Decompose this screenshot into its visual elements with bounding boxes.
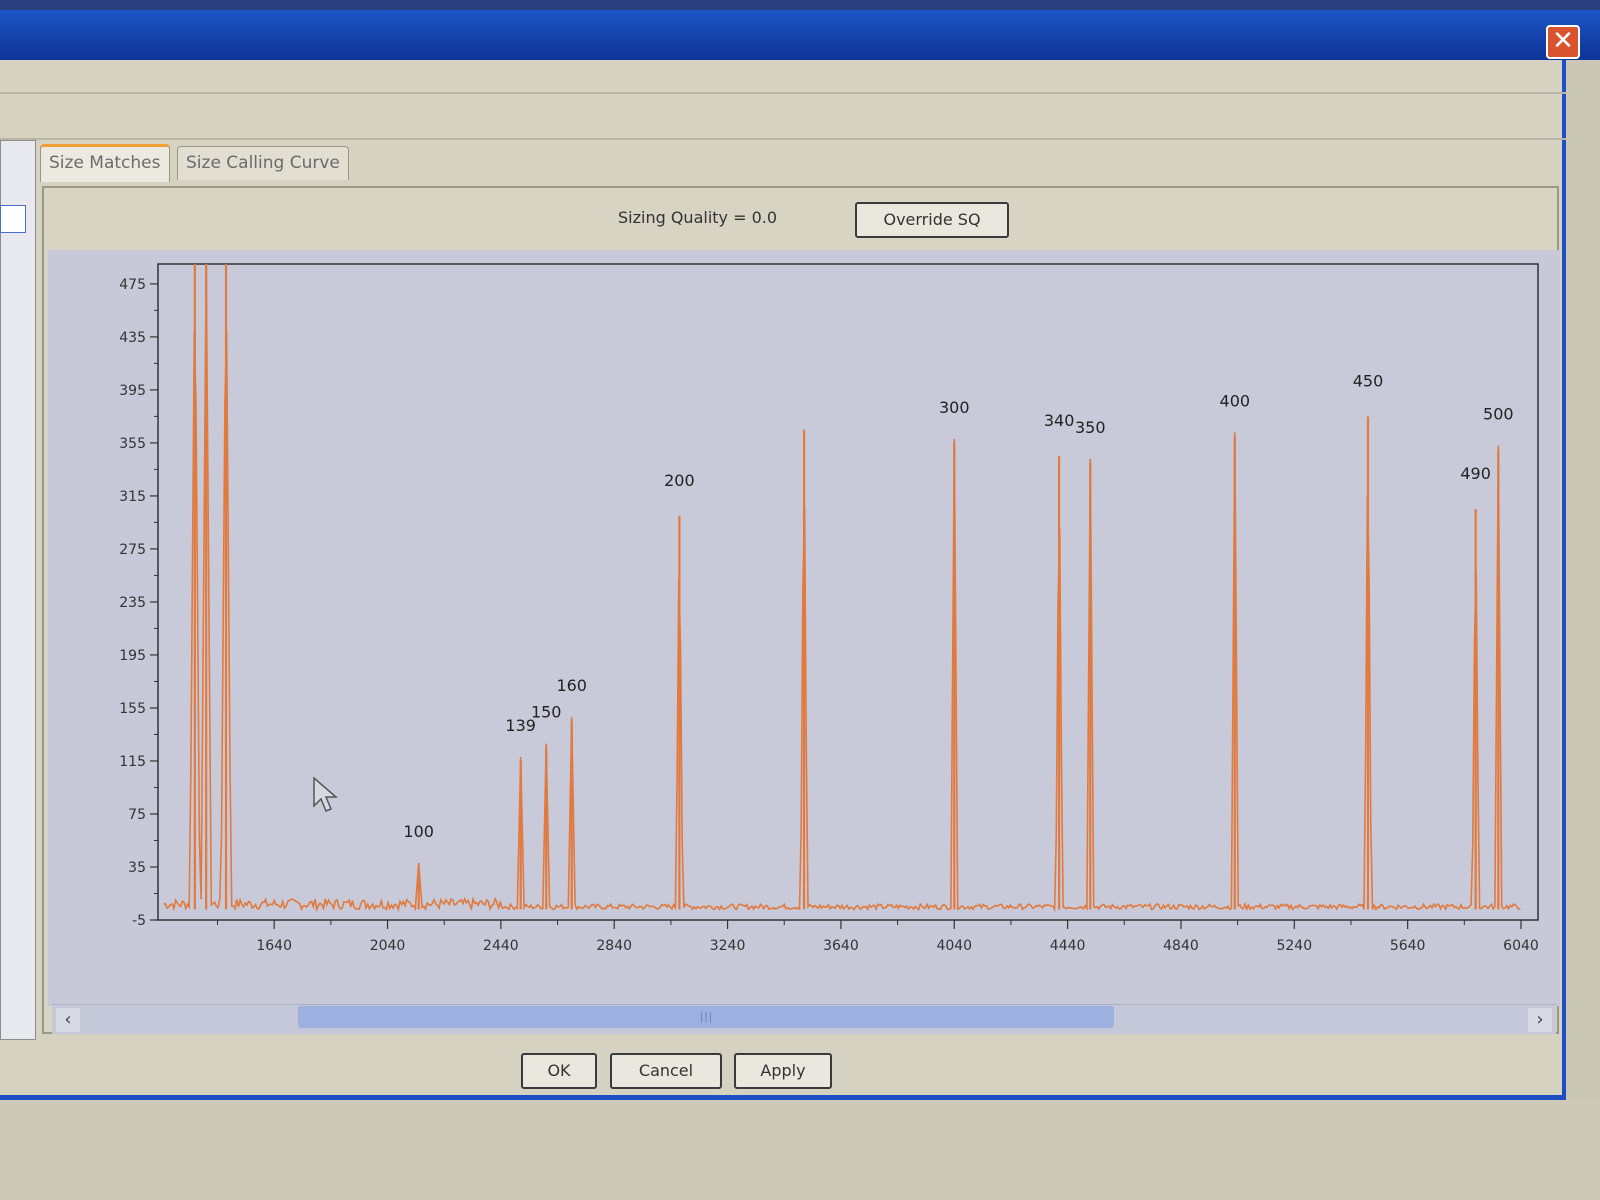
- x-tick-label: 4840: [1163, 938, 1199, 954]
- scroll-grip-icon: |||: [700, 1012, 714, 1023]
- y-tick-label: 115: [119, 754, 146, 770]
- peak-label: 160: [556, 676, 587, 695]
- y-tick-label: 395: [119, 383, 146, 399]
- peak-label: 100: [403, 822, 434, 841]
- desktop-background: [0, 1100, 1600, 1200]
- peak-label: 200: [664, 471, 695, 490]
- x-tick-label: 5640: [1390, 938, 1426, 954]
- x-tick-label: 3240: [710, 938, 746, 954]
- y-tick-label: 195: [119, 648, 146, 664]
- x-tick-label: 2040: [370, 938, 406, 954]
- x-tick-label: 3640: [823, 938, 859, 954]
- x-tick-label: 4440: [1050, 938, 1086, 954]
- x-tick-label: 1640: [256, 938, 292, 954]
- ok-button[interactable]: OK: [521, 1053, 597, 1089]
- x-tick-label: 4040: [936, 938, 972, 954]
- peak-label: 450: [1353, 371, 1384, 390]
- x-tick-label: 2440: [483, 938, 519, 954]
- y-tick-label: 275: [119, 542, 146, 558]
- peak-label: 400: [1220, 391, 1251, 410]
- peak-label: 340: [1044, 411, 1075, 430]
- y-tick-label: -5: [132, 913, 146, 929]
- y-tick-label: 235: [119, 595, 146, 611]
- apply-button[interactable]: Apply: [734, 1053, 832, 1089]
- scroll-right-icon[interactable]: ›: [1528, 1008, 1552, 1032]
- y-tick-label: 315: [119, 489, 146, 505]
- peak-label: 350: [1075, 418, 1106, 437]
- peak-label: 500: [1483, 405, 1514, 424]
- peak-label: 300: [939, 398, 970, 417]
- x-tick-label: 6040: [1503, 938, 1539, 954]
- peak-label: 490: [1460, 464, 1491, 483]
- y-tick-label: 75: [128, 807, 146, 823]
- x-tick-label: 5240: [1276, 938, 1312, 954]
- cancel-button[interactable]: Cancel: [610, 1053, 722, 1089]
- plot-frame: [157, 263, 1539, 921]
- y-tick-label: 435: [119, 330, 146, 346]
- x-tick-label: 2840: [596, 938, 632, 954]
- y-tick-label: 355: [119, 436, 146, 452]
- mouse-cursor-icon: [313, 776, 339, 812]
- y-tick-label: 35: [128, 860, 146, 876]
- scroll-left-icon[interactable]: ‹: [56, 1008, 80, 1032]
- y-tick-label: 155: [119, 701, 146, 717]
- peak-label: 150: [531, 703, 562, 722]
- y-tick-label: 475: [119, 277, 146, 293]
